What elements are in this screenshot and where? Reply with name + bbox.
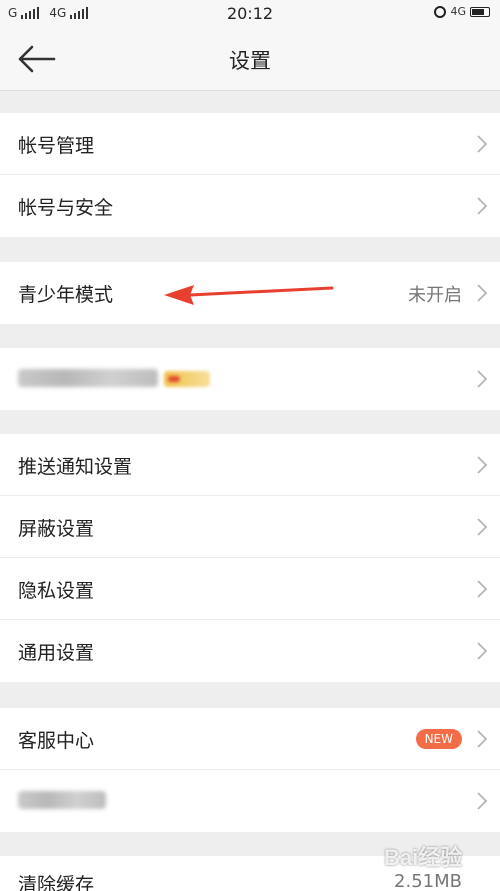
settings-group-general: 推送通知设置 屏蔽设置 隐私设置 通用设置: [0, 434, 500, 682]
chevron-right-icon: [477, 370, 488, 388]
watermark-text: Bai经验: [384, 845, 463, 870]
blurred-label: [18, 791, 106, 809]
settings-item-general[interactable]: 通用设置: [0, 620, 500, 682]
settings-item-label: 青少年模式: [18, 284, 114, 306]
chevron-right-icon: [477, 135, 488, 153]
settings-item-label: 屏蔽设置: [18, 518, 95, 540]
settings-item-label: 帐号管理: [18, 135, 95, 157]
chevron-right-icon: [477, 792, 488, 810]
settings-group-support: 客服中心 NEW: [0, 708, 500, 832]
chevron-right-icon: [477, 518, 488, 536]
blurred-label: [18, 369, 158, 387]
settings-item-about[interactable]: [0, 770, 500, 832]
nav-bar: 设置: [0, 28, 500, 91]
settings-item-label: 清除缓存: [18, 874, 95, 891]
settings-item-account-management[interactable]: 帐号管理: [0, 113, 500, 175]
settings-item-push-notifications[interactable]: 推送通知设置: [0, 434, 500, 496]
annotation-arrow: [164, 285, 334, 305]
settings-item-member[interactable]: [0, 348, 500, 410]
chevron-right-icon: [477, 456, 488, 474]
settings-item-block[interactable]: 屏蔽设置: [0, 496, 500, 558]
new-badge: NEW: [415, 729, 462, 749]
baidu-watermark: Bai经验: [380, 830, 495, 885]
settings-item-label: 帐号与安全: [18, 197, 114, 219]
settings-item-label: 客服中心: [18, 730, 95, 752]
page-title: 设置: [229, 49, 271, 73]
chevron-right-icon: [477, 642, 488, 660]
settings-group-member: [0, 348, 500, 410]
settings-item-label: 隐私设置: [18, 580, 95, 602]
settings-group-account: 帐号管理 帐号与安全: [0, 113, 500, 237]
chevron-right-icon: [477, 580, 488, 598]
settings-item-label: 通用设置: [18, 642, 95, 664]
battery-icon: [470, 6, 490, 17]
settings-item-account-security[interactable]: 帐号与安全: [0, 175, 500, 237]
status-bar: G 4G 20:12 4G: [0, 0, 500, 28]
status-right: 4G: [434, 5, 490, 18]
network-type-label: 4G: [450, 5, 466, 18]
blurred-vip-badge: [164, 371, 210, 387]
settings-item-privacy[interactable]: 隐私设置: [0, 558, 500, 620]
settings-item-label: 推送通知设置: [18, 456, 133, 478]
chevron-right-icon: [477, 197, 488, 215]
chevron-right-icon: [477, 730, 488, 748]
alarm-clock-icon: [434, 5, 447, 18]
youth-mode-status: 未开启: [408, 285, 462, 306]
settings-item-customer-service[interactable]: 客服中心 NEW: [0, 708, 500, 770]
chevron-right-icon: [477, 284, 488, 302]
status-time: 20:12: [226, 4, 274, 23]
